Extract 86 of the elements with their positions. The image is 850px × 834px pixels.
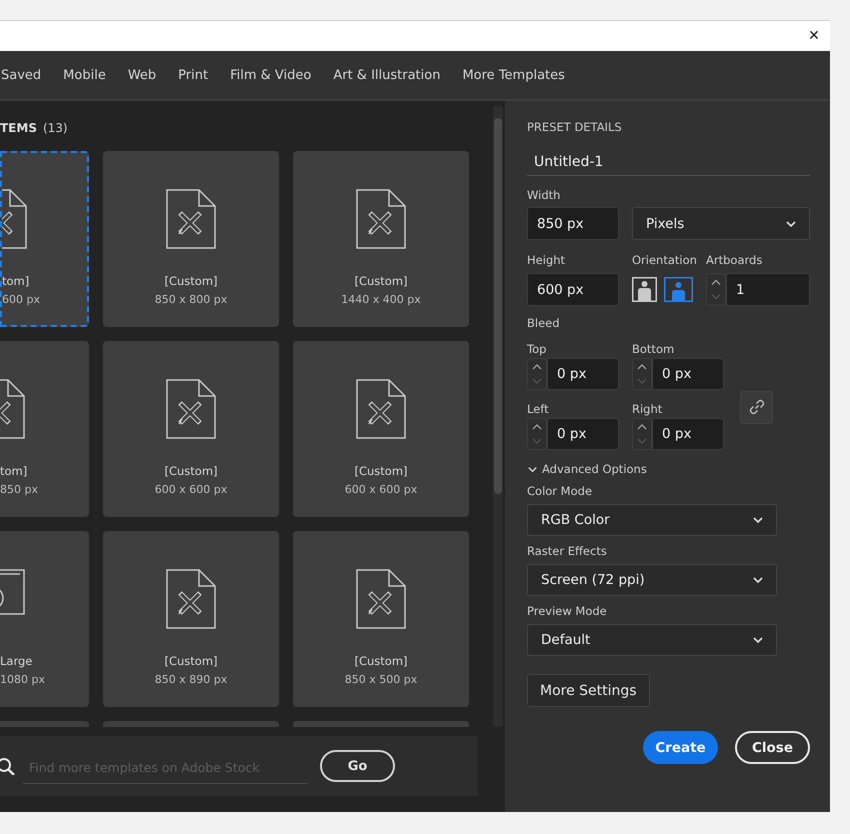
preset-card[interactable]: tom] 600 px bbox=[0, 151, 89, 327]
stepper-arrows-icon bbox=[527, 418, 547, 450]
field-label: Artboards bbox=[706, 253, 764, 267]
number-field[interactable]: 0 px bbox=[547, 418, 619, 450]
select-dropdown[interactable]: Screen (72 ppi) bbox=[527, 564, 777, 596]
preset-name-field[interactable]: Untitled-1 bbox=[527, 149, 810, 176]
number-field[interactable]: 0 px bbox=[652, 358, 724, 390]
select-dropdown[interactable]: Default bbox=[527, 624, 777, 656]
document-icon bbox=[356, 569, 406, 629]
number-field[interactable]: 0 px bbox=[652, 418, 724, 450]
preset-size: 1440 x 400 px bbox=[341, 293, 421, 306]
preset-size: 850 x 890 px bbox=[154, 673, 228, 686]
field-label: Raster Effects bbox=[527, 544, 607, 558]
field-label: Height bbox=[527, 253, 566, 267]
preset-name: tom] bbox=[0, 464, 28, 478]
stepper-arrows-icon bbox=[706, 273, 726, 306]
field-label: Width bbox=[527, 188, 560, 202]
document-icon bbox=[2, 189, 27, 249]
preset-size: 850 x 800 px bbox=[154, 293, 228, 306]
preset-name: [Custom] bbox=[164, 274, 218, 288]
advanced-options-toggle[interactable]: Advanced Options bbox=[527, 462, 647, 476]
preset-size: 850 x 500 px bbox=[344, 673, 418, 686]
field-label: Top bbox=[527, 342, 548, 356]
tab[interactable]: Print bbox=[167, 51, 220, 99]
tab[interactable]: Art & Illustration bbox=[322, 51, 452, 99]
preset-card[interactable]: [Custom] 850 x 890 px bbox=[103, 531, 279, 707]
search-icon bbox=[0, 757, 15, 775]
number-field[interactable]: 1 bbox=[726, 273, 810, 306]
chain-link-icon bbox=[748, 398, 766, 416]
landscape-orientation-button[interactable] bbox=[664, 277, 693, 302]
preset-card[interactable]: [Custom] 1440 x 400 px bbox=[293, 151, 469, 327]
document-icon bbox=[166, 379, 216, 439]
tab[interactable]: Film & Video bbox=[219, 51, 322, 99]
document-icon bbox=[356, 189, 406, 249]
close-dialog-button[interactable]: Close bbox=[735, 731, 810, 764]
preset-card[interactable]: tom] 850 px bbox=[0, 341, 89, 517]
document-icon bbox=[166, 189, 216, 249]
close-button[interactable]: ✕ bbox=[799, 21, 829, 51]
number-field[interactable]: 0 px bbox=[547, 358, 619, 390]
preset-size: 600 px bbox=[2, 293, 40, 306]
preset-name: [Custom] bbox=[164, 654, 218, 668]
preset-card[interactable]: [Custom] 600 x 600 px bbox=[293, 341, 469, 517]
go-button[interactable]: Go bbox=[320, 750, 395, 782]
preset-card[interactable]: [Custom] 600 x 600 px bbox=[103, 341, 279, 517]
scrollbar[interactable] bbox=[493, 106, 503, 727]
preset-size: 600 x 600 px bbox=[344, 483, 418, 496]
stepper-arrows-icon bbox=[632, 358, 652, 390]
preset-name: [Custom] bbox=[164, 464, 218, 478]
tab[interactable]: More Templates bbox=[451, 51, 576, 99]
tab[interactable]: Mobile bbox=[52, 51, 117, 99]
preset-name: Large bbox=[0, 654, 32, 668]
item-count: (13) bbox=[42, 121, 68, 135]
panel-heading: PRESET DETAILS bbox=[527, 120, 622, 134]
section-title: TEMS bbox=[0, 121, 37, 135]
preset-name: [Custom] bbox=[354, 464, 408, 478]
height-field[interactable]: 600 px bbox=[527, 273, 619, 306]
field-label: Bottom bbox=[632, 342, 676, 356]
preset-card[interactable]: [Custom] 850 x 800 px bbox=[103, 151, 279, 327]
preset-size: 1080 px bbox=[0, 673, 45, 686]
field-label: Preview Mode bbox=[527, 604, 607, 618]
stepper-arrows-icon bbox=[527, 358, 547, 390]
scrollbar-thumb[interactable] bbox=[494, 118, 502, 494]
field-label: Bleed bbox=[527, 316, 560, 330]
more-settings-button[interactable]: More Settings bbox=[527, 674, 650, 707]
portrait-orientation-button[interactable] bbox=[632, 277, 657, 302]
create-button[interactable]: Create bbox=[643, 731, 718, 764]
field-label: Right bbox=[632, 402, 664, 416]
link-button[interactable] bbox=[740, 390, 773, 424]
preset-card[interactable]: Large 1080 px bbox=[0, 531, 89, 707]
width-field[interactable]: 850 px bbox=[527, 207, 619, 240]
preset-card[interactable]: [Custom] 850 x 500 px bbox=[293, 531, 469, 707]
preset-size: 600 x 600 px bbox=[154, 483, 228, 496]
preset-size: 850 px bbox=[0, 483, 38, 496]
tab[interactable]: Web bbox=[116, 51, 168, 99]
select-dropdown[interactable]: RGB Color bbox=[527, 504, 777, 536]
preset-name: tom] bbox=[2, 274, 30, 288]
field-label: Left bbox=[527, 402, 550, 416]
stepper-arrows-icon bbox=[632, 418, 652, 450]
preset-name: [Custom] bbox=[354, 274, 408, 288]
document-icon bbox=[166, 569, 216, 629]
document-icon bbox=[356, 379, 406, 439]
units-dropdown[interactable]: Pixels bbox=[632, 207, 810, 240]
preset-name: [Custom] bbox=[354, 654, 408, 668]
tab[interactable]: Saved bbox=[0, 51, 52, 99]
field-label: Color Mode bbox=[527, 484, 592, 498]
document-icon bbox=[0, 379, 25, 439]
